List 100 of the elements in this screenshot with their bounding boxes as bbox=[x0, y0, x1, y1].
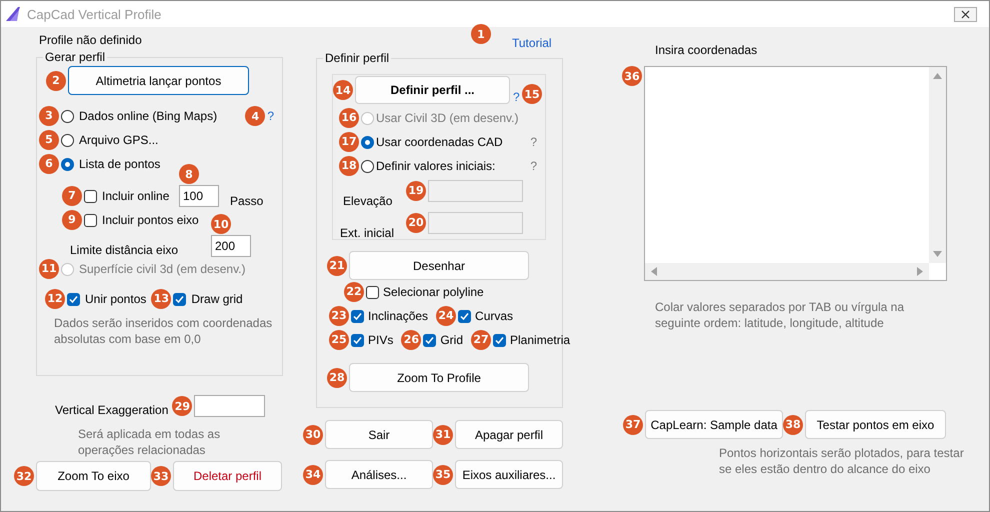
info-text: Pontos horizontais serão plotados, para testar se eles estão dentro do alcance do eixo bbox=[719, 445, 965, 477]
checkbox-label: Planimetria bbox=[510, 333, 570, 347]
check-icon bbox=[69, 294, 78, 304]
checkbox-label: PIVs bbox=[368, 333, 394, 347]
step-badge: 10 bbox=[211, 214, 231, 234]
step-badge: 7 bbox=[62, 186, 82, 206]
action-button[interactable]: Apagar perfil bbox=[455, 420, 563, 449]
action-button[interactable]: CapLearn: Sample data bbox=[645, 410, 783, 439]
step-badge: 24 bbox=[436, 306, 456, 326]
step-badge: 20 bbox=[406, 212, 426, 232]
checkbox[interactable] bbox=[173, 292, 186, 306]
checkbox[interactable] bbox=[458, 310, 472, 322]
step-badge: 29 bbox=[172, 396, 192, 416]
radio-button[interactable] bbox=[361, 136, 374, 148]
number-field[interactable]: 200 bbox=[211, 235, 251, 257]
radio-label: Lista de pontos bbox=[79, 157, 160, 171]
radio-label: Superfície civil 3d (em desenv.) bbox=[79, 262, 246, 276]
check-icon bbox=[495, 336, 504, 344]
action-button[interactable]: Testar pontos em eixo bbox=[805, 410, 946, 439]
coordinates-field[interactable] bbox=[644, 66, 947, 281]
step-badge: 35 bbox=[433, 464, 453, 484]
checkbox-label: Selecionar polyline bbox=[383, 285, 484, 299]
checkbox[interactable] bbox=[493, 334, 506, 346]
action-button[interactable]: Zoom To Profile bbox=[349, 363, 529, 392]
field-label: Vertical Exaggeration bbox=[55, 403, 168, 417]
group-title: Gerar perfil bbox=[44, 50, 106, 64]
help-link[interactable]: ? bbox=[530, 159, 537, 173]
check-icon bbox=[353, 336, 362, 344]
step-badge: 2 bbox=[46, 70, 66, 90]
step-badge: 37 bbox=[623, 414, 643, 434]
checkbox[interactable] bbox=[84, 190, 97, 202]
action-button[interactable]: Sair bbox=[325, 420, 433, 449]
check-icon bbox=[460, 312, 470, 320]
radio-button[interactable] bbox=[361, 160, 374, 172]
field-label: Passo bbox=[230, 194, 264, 208]
group-title: Definir perfil bbox=[324, 51, 390, 65]
number-field[interactable]: 100 bbox=[179, 185, 219, 207]
step-badge: 12 bbox=[45, 288, 65, 308]
action-button[interactable]: Zoom To eixo bbox=[36, 461, 151, 491]
checkbox-label: Curvas bbox=[475, 309, 514, 323]
action-button[interactable]: Altimetria lançar pontos bbox=[68, 66, 249, 95]
step-badge: 19 bbox=[406, 180, 426, 200]
window-title: CapCad Vertical Profile bbox=[27, 6, 162, 22]
action-button[interactable]: Eixos auxiliares... bbox=[455, 460, 563, 489]
step-badge: 22 bbox=[344, 282, 364, 302]
field-label: Ext. inicial bbox=[340, 226, 396, 240]
step-badge: 34 bbox=[303, 464, 323, 484]
step-badge: 36 bbox=[622, 66, 642, 86]
action-button[interactable]: Deletar perfil bbox=[173, 461, 282, 491]
close-icon bbox=[961, 10, 970, 18]
field-label: Elevação bbox=[343, 194, 394, 208]
checkbox[interactable] bbox=[423, 334, 436, 346]
step-badge: 21 bbox=[327, 256, 347, 276]
radio-label: Definir valores iniciais: bbox=[376, 159, 496, 173]
checkbox[interactable] bbox=[351, 310, 364, 322]
step-badge: 33 bbox=[151, 466, 171, 486]
checkbox[interactable] bbox=[67, 292, 80, 306]
step-badge: 9 bbox=[62, 210, 82, 230]
checkbox-label: Incluir online bbox=[102, 189, 170, 203]
step-badge: 25 bbox=[329, 330, 349, 350]
step-badge: 5 bbox=[39, 130, 59, 150]
checkbox-label: Unir pontos bbox=[85, 292, 146, 306]
field-label: Insira coordenadas bbox=[654, 43, 758, 57]
step-badge: 38 bbox=[783, 414, 803, 434]
checkbox[interactable] bbox=[84, 214, 97, 226]
step-badge: 11 bbox=[39, 258, 59, 278]
step-badge: 16 bbox=[339, 108, 359, 128]
step-badge: 31 bbox=[433, 424, 453, 444]
step-badge: 28 bbox=[327, 368, 347, 388]
radio-button[interactable] bbox=[61, 134, 74, 146]
step-badge: 23 bbox=[329, 306, 349, 326]
tutorial-link[interactable]: Tutorial bbox=[512, 36, 552, 50]
step-badge: 15 bbox=[522, 84, 542, 104]
close-button[interactable] bbox=[954, 6, 977, 22]
step-badge: 1 bbox=[471, 24, 491, 44]
info-text: Dados serão inseridos com coordenadas absolutas com base em 0,0 bbox=[54, 315, 274, 347]
number-field[interactable] bbox=[194, 395, 266, 417]
radio-button[interactable] bbox=[61, 110, 74, 122]
step-badge: 14 bbox=[333, 80, 353, 100]
step-badge: 3 bbox=[39, 106, 59, 126]
step-badge: 26 bbox=[401, 330, 422, 350]
help-link[interactable]: ? bbox=[513, 90, 520, 104]
checkbox[interactable] bbox=[351, 334, 364, 346]
app-logo-icon bbox=[5, 6, 21, 22]
radio-label: Arquivo GPS... bbox=[79, 133, 158, 147]
step-badge: 32 bbox=[14, 466, 34, 486]
help-link[interactable]: ? bbox=[530, 135, 537, 149]
action-button[interactable]: Análises... bbox=[325, 460, 433, 489]
check-icon bbox=[175, 294, 184, 304]
checkbox-label: Draw grid bbox=[191, 292, 243, 306]
action-button[interactable]: Definir perfil ... bbox=[355, 76, 510, 104]
step-badge: 27 bbox=[471, 330, 492, 350]
radio-button[interactable] bbox=[61, 158, 74, 170]
check-icon bbox=[425, 336, 434, 344]
step-badge: 17 bbox=[339, 132, 359, 152]
info-text: Colar valores separados por TAB ou vírgula na seguinte ordem: latitude, longitude, altitude bbox=[655, 299, 906, 331]
help-link[interactable]: ? bbox=[267, 109, 274, 123]
action-button[interactable]: Desenhar bbox=[349, 251, 529, 280]
checkbox[interactable] bbox=[366, 286, 379, 298]
info-text: Será aplicada em todas as operações relacionadas bbox=[78, 426, 222, 458]
